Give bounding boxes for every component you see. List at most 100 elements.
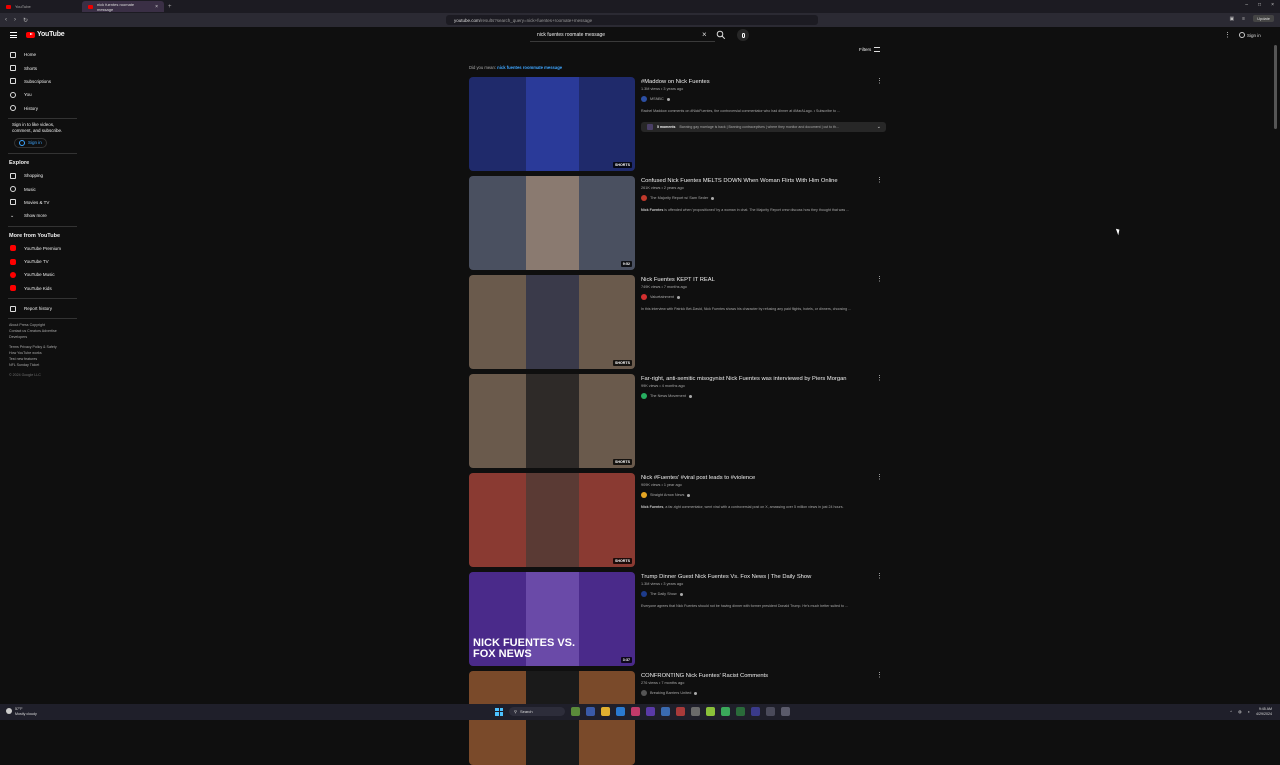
menu-icon[interactable]: ≡	[1242, 16, 1245, 22]
volume-icon[interactable]: ◖	[1248, 709, 1250, 714]
discord-icon[interactable]	[646, 707, 655, 716]
video-title[interactable]: #Maddow on Nick Fuentes	[641, 79, 710, 85]
channel-link[interactable]: Breaking Barriers United	[641, 690, 698, 696]
video-thumbnail[interactable]: SHORTS	[469, 77, 635, 171]
more-options-icon[interactable]: ⋮	[876, 77, 883, 85]
video-thumbnail[interactable]: NICK FUENTES VS. FOX NEWS 3:37	[469, 572, 635, 666]
more-options-icon[interactable]: ⋮	[876, 275, 883, 283]
filters-button[interactable]: Filters	[859, 47, 881, 52]
browser-tab[interactable]: YouTube	[0, 1, 82, 12]
reload-icon[interactable]: ↻	[23, 17, 28, 24]
sidebar-item-you[interactable]: You	[0, 88, 85, 101]
channel-link[interactable]: The Majority Report w/ Sam Seder	[641, 195, 715, 201]
video-result[interactable]: SHORTS #Maddow on Nick Fuentes 1.3M views …	[469, 77, 889, 171]
close-window-button[interactable]: ×	[1271, 2, 1274, 8]
edge-icon[interactable]	[616, 707, 625, 716]
video-title[interactable]: CONFRONTING Nick Fuentes' Racist Comment…	[641, 673, 768, 679]
voice-search-button[interactable]	[737, 29, 749, 41]
sidebar-item-home[interactable]: Home	[0, 48, 85, 61]
video-thumbnail[interactable]: SHORTS	[469, 473, 635, 567]
browser-icon[interactable]	[631, 707, 640, 716]
sidebar-item-movies[interactable]: Movies & TV	[0, 196, 85, 209]
video-result[interactable]: SHORTS Far-right, anti-semitic misogynist…	[469, 374, 889, 468]
clear-search-icon[interactable]: ×	[702, 30, 707, 39]
video-result[interactable]: NICK FUENTES VS. FOX NEWS 3:37 Trump Dinne…	[469, 572, 889, 666]
sidebar-item-subscriptions[interactable]: Subscriptions	[0, 75, 85, 88]
movies-icon	[10, 199, 16, 206]
more-options-icon[interactable]: ⋮	[876, 671, 883, 679]
excel-icon[interactable]	[736, 707, 745, 716]
video-thumbnail[interactable]: 9:52	[469, 176, 635, 270]
forward-icon[interactable]: ›	[14, 17, 16, 24]
sidebar-item-youtube-tv[interactable]: YouTube TV	[0, 255, 85, 268]
video-result[interactable]: 9:52 Confused Nick Fuentes MELTS DOWN Whe…	[469, 176, 889, 270]
app-icon[interactable]	[781, 707, 790, 716]
more-options-icon[interactable]: ⋮	[876, 473, 883, 481]
did-you-mean-link[interactable]: nick fuentes roommate message	[497, 65, 562, 70]
extensions-icon[interactable]: ▣	[1229, 16, 1234, 22]
key-moments-bar[interactable]: 5 moments Banning gay marriage is back |…	[641, 122, 886, 132]
more-options-icon[interactable]: ⋮	[876, 374, 883, 382]
video-thumbnail[interactable]: SHORTS	[469, 374, 635, 468]
sidebar-item-report-history[interactable]: Report history	[0, 302, 85, 315]
video-result[interactable]: SHORTS Nick Fuentes KEPT IT REAL 749K view…	[469, 275, 889, 369]
app-icon[interactable]	[766, 707, 775, 716]
channel-link[interactable]: MSNBC	[641, 96, 670, 102]
close-tab-icon[interactable]: ×	[155, 4, 158, 10]
windows-start-icon[interactable]	[495, 707, 503, 716]
premiere-icon[interactable]	[751, 707, 760, 716]
weather-widget[interactable]: 57°F Mostly cloudy	[6, 707, 37, 716]
app-icon[interactable]	[721, 707, 730, 716]
channel-link[interactable]: The News Movement	[641, 393, 692, 399]
sidebar-item-youtube-music[interactable]: YouTube Music	[0, 268, 85, 281]
settings-kebab-icon[interactable]: ⋮	[1224, 31, 1231, 39]
update-button[interactable]: Update	[1253, 15, 1274, 22]
more-options-icon[interactable]: ⋮	[876, 176, 883, 184]
video-title[interactable]: Far-right, anti-semitic misogynist Nick …	[641, 376, 847, 382]
file-explorer-icon[interactable]	[601, 707, 610, 716]
app-icon[interactable]	[676, 707, 685, 716]
search-icon[interactable]	[716, 30, 726, 40]
app-icon[interactable]	[691, 707, 700, 716]
youtube-logo[interactable]: YouTube	[26, 31, 65, 38]
sidebar-item-shopping[interactable]: Shopping	[0, 169, 85, 182]
app-icon[interactable]	[706, 707, 715, 716]
verified-icon	[666, 97, 670, 101]
channel-link[interactable]: The Daily Show	[641, 591, 683, 597]
back-icon[interactable]: ‹	[5, 17, 7, 24]
app-icon[interactable]	[571, 707, 580, 716]
sidebar-item-music[interactable]: Music	[0, 182, 85, 195]
tray-chevron-icon[interactable]: ^	[1230, 709, 1232, 714]
channel-link[interactable]: Straight Arrow News	[641, 492, 691, 498]
sidebar-item-shorts[interactable]: Shorts	[0, 61, 85, 74]
sign-in-button[interactable]: Sign in	[1236, 30, 1264, 40]
sidebar-item-show-more[interactable]: ⌄ Show more	[0, 209, 85, 222]
task-view-icon[interactable]	[586, 707, 595, 716]
sidebar-item-history[interactable]: History	[0, 102, 85, 115]
channel-link[interactable]: Valuetainment	[641, 294, 680, 300]
minimize-button[interactable]: –	[1245, 2, 1248, 8]
sidebar-item-youtube-kids[interactable]: YouTube Kids	[0, 282, 85, 295]
more-options-icon[interactable]: ⋮	[876, 572, 883, 580]
chevron-down-icon[interactable]: ⌄	[877, 124, 881, 130]
video-thumbnail[interactable]: SHORTS	[469, 275, 635, 369]
video-title[interactable]: Trump Dinner Guest Nick Fuentes Vs. Fox …	[641, 574, 811, 580]
address-bar[interactable]: youtube.com/results?search_query=nick+fu…	[446, 15, 818, 25]
scrollbar[interactable]	[1274, 45, 1277, 129]
browser-tab-active[interactable]: nick fuentes roomate message ×	[82, 1, 164, 12]
new-tab-button[interactable]: +	[168, 4, 172, 10]
sidebar-item-youtube-premium[interactable]: YouTube Premium	[0, 242, 85, 255]
clock[interactable]: 9:45 AM 4/29/2024	[1256, 707, 1272, 716]
sidebar-sign-in-button[interactable]: Sign in	[14, 137, 47, 148]
channel-name: Breaking Barriers United	[650, 691, 692, 695]
video-title[interactable]: Nick #Fuentes' #viral post leads to #vio…	[641, 475, 755, 481]
taskbar-search[interactable]: ⚲ Search	[509, 707, 565, 716]
video-title[interactable]: Confused Nick Fuentes MELTS DOWN When Wo…	[641, 178, 838, 184]
video-title[interactable]: Nick Fuentes KEPT IT REAL	[641, 277, 715, 283]
network-icon[interactable]: ◍	[1238, 709, 1242, 714]
maximize-button[interactable]: □	[1258, 2, 1261, 8]
search-input[interactable]: nick fuentes roomate message	[530, 29, 715, 42]
hamburger-menu-icon[interactable]	[10, 32, 17, 38]
video-result[interactable]: SHORTS Nick #Fuentes' #viral post leads t…	[469, 473, 889, 567]
steam-icon[interactable]	[661, 707, 670, 716]
